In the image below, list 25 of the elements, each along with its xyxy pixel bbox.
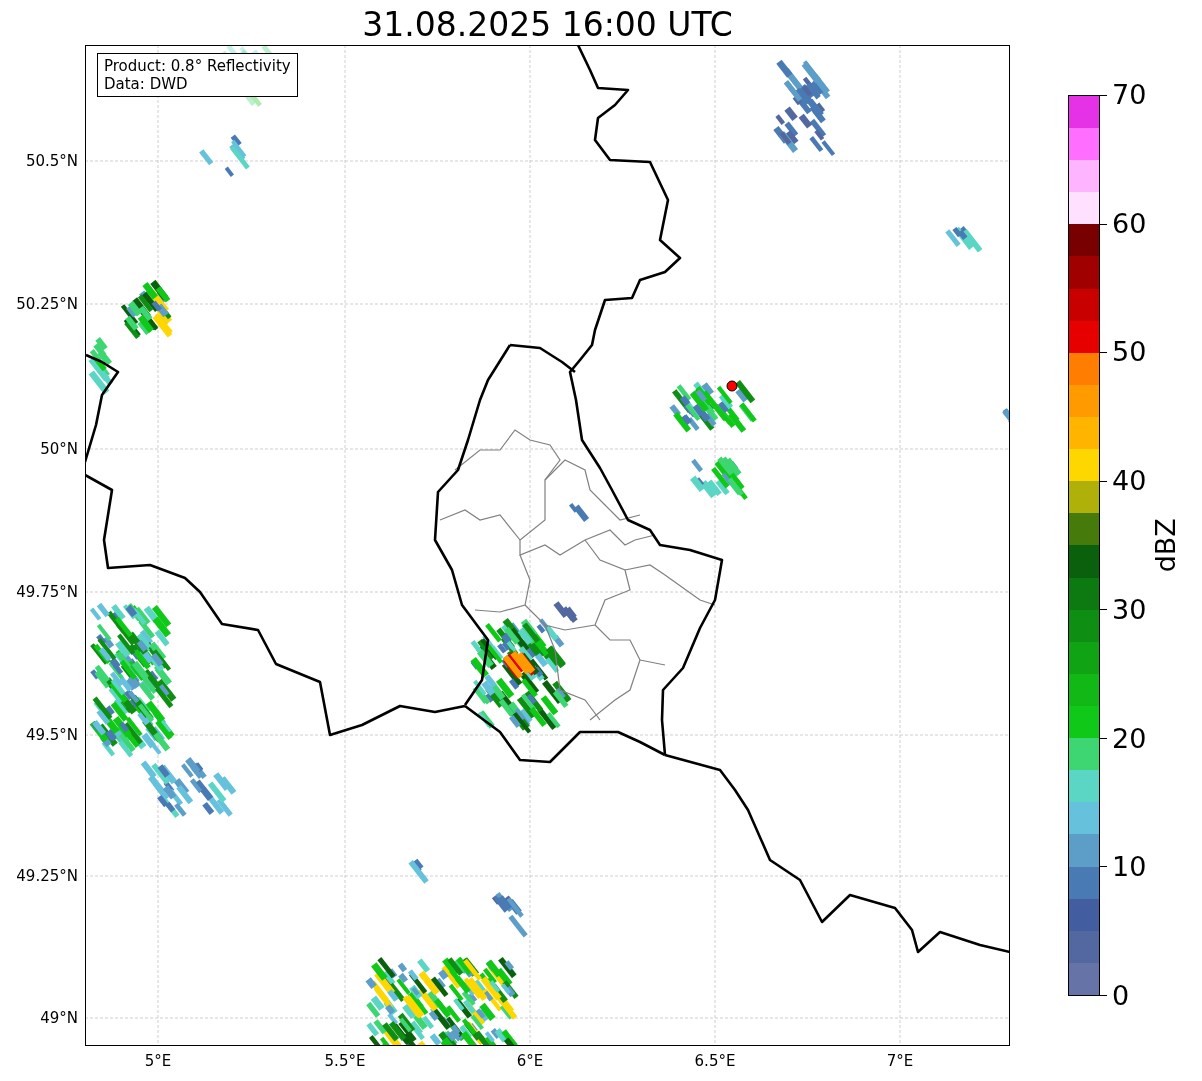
colorbar-tick-label: 20	[1111, 721, 1147, 756]
colorbar-tick-label: 70	[1111, 78, 1147, 112]
latitude-label: 50.25°N	[16, 295, 78, 313]
longitude-label: 6.5°E	[694, 1052, 736, 1070]
longitude-label: 6°E	[516, 1052, 544, 1070]
latitude-label: 49.75°N	[16, 583, 78, 601]
chart-title: 31.08.2025 16:00 UTC	[362, 5, 733, 45]
data-source-label: Data: DWD	[104, 75, 189, 93]
product-label: Product: 0.8° Reflectivity	[104, 57, 291, 75]
latitude-label: 49°N	[40, 1009, 78, 1027]
latitude-label: 50.5°N	[25, 152, 78, 170]
colorbar-tick-label: 40	[1111, 464, 1147, 499]
latitude-label: 50°N	[40, 440, 78, 458]
colorbar-tick-label: 60	[1111, 206, 1147, 241]
latitude-label: 49.5°N	[25, 726, 78, 744]
colorbar-tick-label: 0	[1111, 978, 1131, 1013]
longitude-label: 5.5°E	[324, 1052, 366, 1070]
longitude-label: 5°E	[144, 1052, 172, 1070]
colorbar-tick-label: 30	[1111, 592, 1147, 627]
latitude-label: 49.25°N	[16, 867, 78, 885]
colorbar-tick-label: 50	[1111, 335, 1147, 370]
longitude-label: 7°E	[886, 1052, 914, 1070]
colorbar-label: dBZ	[1149, 518, 1183, 573]
colorbar-tick-label: 10	[1111, 850, 1147, 885]
radar-site-marker	[726, 380, 738, 392]
